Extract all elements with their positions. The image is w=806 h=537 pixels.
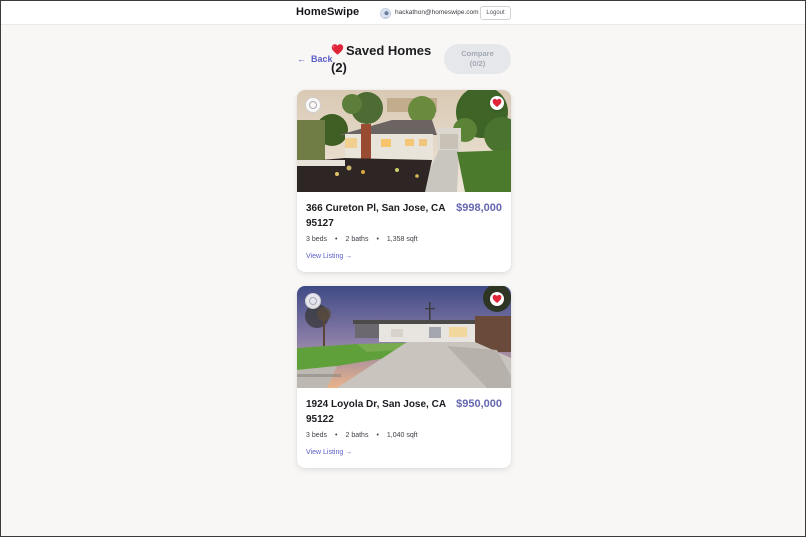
sqft-value: 1,040 sqft [386, 432, 418, 439]
listing-specs: 3 beds • 2 baths • 1,040 sqft [306, 432, 418, 439]
logout-button[interactable]: Logout [480, 6, 511, 20]
listing-photo[interactable] [297, 286, 511, 388]
user-email: hackathon@homeswipe.com [395, 9, 479, 16]
compare-label: Compare [461, 49, 494, 58]
listing-photo[interactable] [297, 90, 511, 192]
back-button[interactable]: ← Back [297, 54, 333, 64]
listing-address: 1924 Loyola Dr, San Jose, CA 95122 [306, 399, 446, 425]
separator-dot: • [376, 432, 379, 439]
view-listing-link[interactable]: View Listing → [306, 449, 352, 456]
listing-card[interactable]: 366 Cureton Pl, San Jose, CA 95127 $998,… [297, 90, 511, 272]
listing-specs: 3 beds • 2 baths • 1,358 sqft [306, 236, 418, 243]
beds-count: 3 beds [306, 432, 328, 439]
separator-dot: • [335, 236, 338, 243]
listing-price: $950,000 [456, 398, 502, 410]
baths-count: 2 baths [345, 432, 369, 439]
arrow-left-icon: ← [297, 54, 306, 64]
sqft-value: 1,358 sqft [386, 236, 418, 243]
compare-button[interactable]: Compare (0/2) [444, 44, 511, 74]
listing-address: 366 Cureton Pl, San Jose, CA 95127 [306, 203, 446, 229]
listing-price: $998,000 [456, 202, 502, 214]
beds-count: 3 beds [306, 236, 328, 243]
baths-count: 2 baths [345, 236, 369, 243]
saved-count: (2) [331, 60, 347, 75]
heart-icon [331, 44, 344, 55]
top-bar: HomeSwipe hackathon@homeswipe.com Logout [1, 1, 805, 25]
page-title: Saved Homes [346, 43, 432, 58]
listing-card[interactable]: 1924 Loyola Dr, San Jose, CA 95122 $950,… [297, 286, 511, 468]
user-avatar-icon [380, 8, 391, 19]
back-label: Back [311, 54, 333, 64]
view-listing-link[interactable]: View Listing → [306, 253, 352, 260]
favorite-heart-icon[interactable] [490, 292, 504, 306]
favorite-heart-icon[interactable] [490, 96, 504, 110]
select-checkbox[interactable] [305, 293, 321, 309]
brand-logo[interactable]: HomeSwipe [296, 6, 359, 18]
compare-count: (0/2) [469, 59, 486, 68]
separator-dot: • [376, 236, 379, 243]
separator-dot: • [335, 432, 338, 439]
select-checkbox[interactable] [305, 97, 321, 113]
